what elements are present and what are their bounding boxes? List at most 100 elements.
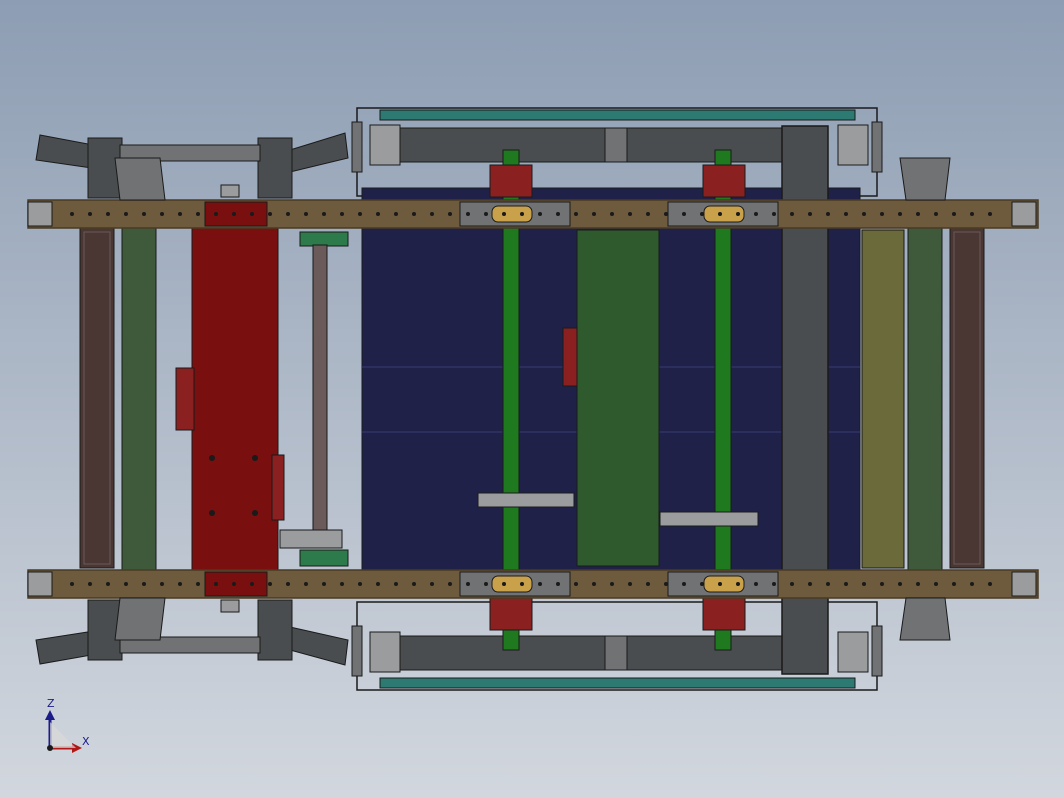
bolt-hole — [322, 582, 326, 586]
bolt-hole — [664, 582, 668, 586]
green-center-plate[interactable] — [562, 229, 660, 567]
bolt-hole — [124, 212, 128, 216]
bolt-hole — [628, 212, 632, 216]
bolt-hole — [268, 212, 272, 216]
bolt-hole — [574, 582, 578, 586]
bolt-hole — [412, 582, 416, 586]
triad-x-label: X — [82, 735, 90, 748]
left-vertical-beam[interactable] — [121, 194, 157, 601]
bolt-hole — [754, 212, 758, 216]
bolt-hole — [772, 212, 776, 216]
bolt-hole — [970, 212, 974, 216]
right-bottom-bracket[interactable] — [899, 597, 951, 641]
bolt-hole — [448, 582, 452, 586]
chain-right[interactable] — [659, 511, 759, 527]
bolt-hole — [322, 212, 326, 216]
bolt-hole — [232, 212, 236, 216]
bolt-hole — [304, 582, 308, 586]
bolt-hole — [916, 212, 920, 216]
bolt-hole — [466, 212, 470, 216]
bolt-hole — [592, 582, 596, 586]
bolt-hole — [160, 582, 164, 586]
bolt-hole — [880, 212, 884, 216]
olive-panel[interactable] — [861, 229, 905, 569]
bolt-hole — [844, 582, 848, 586]
bolt-hole — [502, 212, 506, 216]
cad-viewport[interactable]: Z X — [0, 0, 1064, 798]
red-housing[interactable] — [175, 205, 285, 593]
bolt-hole — [394, 582, 398, 586]
bolt-hole — [214, 582, 218, 586]
bolt-hole — [430, 582, 434, 586]
bolt-hole — [412, 212, 416, 216]
bolt-hole — [70, 212, 74, 216]
right-vertical-beam[interactable] — [907, 194, 943, 601]
bolt-hole — [736, 582, 740, 586]
bolt-hole — [358, 212, 362, 216]
bolt-hole — [286, 212, 290, 216]
bolt-hole — [520, 582, 524, 586]
bolt-hole — [646, 582, 650, 586]
bolt-hole — [718, 582, 722, 586]
bolt-hole — [304, 212, 308, 216]
bolt-hole — [898, 212, 902, 216]
bolt-hole — [430, 212, 434, 216]
right-end-plate[interactable] — [949, 227, 985, 569]
bolt-hole — [736, 212, 740, 216]
bolt-hole — [556, 582, 560, 586]
bolt-hole — [88, 212, 92, 216]
bolt-hole — [862, 582, 866, 586]
bolt-hole — [358, 582, 362, 586]
bolt-hole — [808, 212, 812, 216]
assembly-top-view[interactable] — [0, 0, 1064, 798]
bolt-hole — [988, 582, 992, 586]
bolt-hole — [538, 212, 542, 216]
bolt-hole — [178, 582, 182, 586]
bolt-hole — [106, 212, 110, 216]
bolt-hole — [484, 212, 488, 216]
bolt-hole — [664, 212, 668, 216]
bolt-hole — [340, 212, 344, 216]
bolt-hole — [160, 212, 164, 216]
bolt-hole — [124, 582, 128, 586]
bolt-hole — [574, 212, 578, 216]
bolt-hole — [682, 212, 686, 216]
bolt-hole — [682, 582, 686, 586]
triad-z-label: Z — [47, 697, 55, 710]
bolt-hole — [376, 582, 380, 586]
bolt-hole — [556, 212, 560, 216]
bolt-hole — [250, 212, 254, 216]
bolt-hole — [610, 212, 614, 216]
bolt-hole — [394, 212, 398, 216]
bolt-hole — [808, 582, 812, 586]
bolt-hole — [142, 582, 146, 586]
bolt-hole — [952, 212, 956, 216]
bolt-hole — [700, 582, 704, 586]
bolt-hole — [592, 212, 596, 216]
bolt-hole — [70, 582, 74, 586]
bolt-hole — [862, 212, 866, 216]
bolt-hole — [772, 582, 776, 586]
bolt-hole — [826, 212, 830, 216]
bolt-hole — [268, 582, 272, 586]
bolt-hole — [880, 582, 884, 586]
right-top-bracket[interactable] — [899, 157, 951, 201]
bolt-hole — [106, 582, 110, 586]
bolt-hole — [700, 212, 704, 216]
bolt-hole — [970, 582, 974, 586]
bolt-hole — [448, 212, 452, 216]
bolt-hole — [898, 582, 902, 586]
left-end-plate[interactable] — [79, 227, 115, 569]
bolt-hole — [214, 212, 218, 216]
bolt-hole — [934, 212, 938, 216]
bolt-hole — [790, 582, 794, 586]
bolt-hole — [754, 582, 758, 586]
bolt-hole — [340, 582, 344, 586]
chain-left[interactable] — [477, 492, 575, 508]
bolt-hole — [250, 582, 254, 586]
bolt-hole — [502, 582, 506, 586]
bolt-hole — [952, 582, 956, 586]
bolt-hole — [466, 582, 470, 586]
bolt-hole — [934, 582, 938, 586]
bolt-hole — [376, 212, 380, 216]
